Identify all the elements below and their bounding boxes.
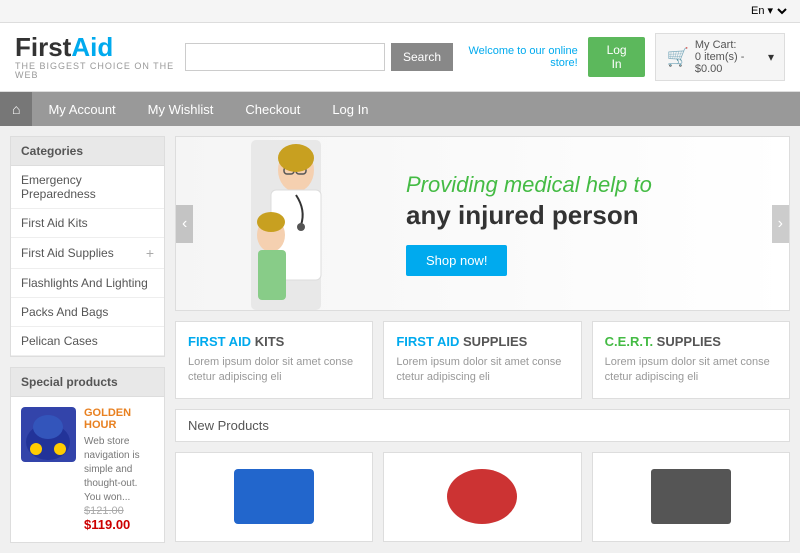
card-title-kits: FIRST AID KITS: [188, 334, 360, 349]
login-button[interactable]: Log In: [588, 37, 646, 77]
banner-image: [176, 137, 376, 310]
nav-item-wishlist[interactable]: My Wishlist: [132, 93, 230, 126]
product-card-kits[interactable]: FIRST AID KITS Lorem ipsum dolor sit ame…: [175, 321, 373, 399]
sidebar: Categories Emergency Preparedness First …: [10, 136, 165, 543]
header-right: Welcome to our online store! Log In 🛒 My…: [453, 33, 785, 81]
banner-text: Providing medical help to any injured pe…: [376, 151, 789, 296]
product-card-supplies[interactable]: FIRST AID SUPPLIES Lorem ipsum dolor sit…: [383, 321, 581, 399]
shop-now-button[interactable]: Shop now!: [406, 245, 507, 276]
banner-prev-button[interactable]: ‹: [176, 205, 193, 243]
new-product-card-3[interactable]: [592, 452, 790, 542]
logo-aid: Aid: [71, 32, 113, 62]
home-icon: ⌂: [12, 101, 20, 117]
special-product-image: [21, 407, 76, 462]
language-selector[interactable]: En ▾ Fr De Es: [747, 4, 790, 18]
sidebar-item-first-aid-kits[interactable]: First Aid Kits: [11, 209, 164, 238]
sidebar-item-packs[interactable]: Packs And Bags: [11, 298, 164, 327]
plus-icon: +: [146, 245, 154, 261]
new-product-card-1[interactable]: [175, 452, 373, 542]
welcome-text: Welcome to our online store!: [453, 45, 578, 69]
new-product-card-2[interactable]: [383, 452, 581, 542]
banner-next-button[interactable]: ›: [772, 205, 789, 243]
special-products-title: Special products: [11, 368, 164, 397]
product-cards: FIRST AID KITS Lorem ipsum dolor sit ame…: [175, 321, 790, 399]
nav-item-checkout[interactable]: Checkout: [229, 93, 316, 126]
product-name[interactable]: GOLDEN HOUR: [84, 407, 154, 431]
product-card-cert[interactable]: C.E.R.T. SUPPLIES Lorem ipsum dolor sit …: [592, 321, 790, 399]
product-svg: [21, 407, 76, 462]
doctor-svg: [216, 140, 356, 310]
main-content: Categories Emergency Preparedness First …: [0, 126, 800, 553]
card-desc-kits: Lorem ipsum dolor sit amet conse ctetur …: [188, 355, 360, 386]
nav-item-home[interactable]: ⌂: [0, 92, 32, 126]
special-product: GOLDEN HOUR Web store navigation is simp…: [11, 397, 164, 542]
sidebar-item-flashlights[interactable]: Flashlights And Lighting: [11, 269, 164, 298]
nav-item-account[interactable]: My Account: [32, 93, 131, 126]
logo-first: First: [15, 32, 71, 62]
new-product-image-2: [447, 469, 517, 524]
sidebar-item-emergency[interactable]: Emergency Preparedness: [11, 166, 164, 209]
banner-headline-dark: any injured person: [406, 199, 759, 233]
cart-icon: 🛒: [666, 47, 688, 68]
logo-title: FirstAid: [15, 34, 185, 60]
search-area: Search: [185, 43, 453, 71]
sidebar-item-first-aid-supplies[interactable]: First Aid Supplies +: [11, 238, 164, 269]
cart-info: My Cart: 0 item(s) - $0.00: [695, 39, 762, 75]
content-area: ‹: [175, 136, 790, 543]
banner-headline-green: Providing medical help to: [406, 171, 759, 200]
nav-item-login[interactable]: Log In: [316, 93, 384, 126]
logo: FirstAid THE BIGGEST CHOICE ON THE WEB: [15, 34, 185, 80]
product-new-price: $119.00: [84, 517, 154, 532]
sidebar-item-pelican[interactable]: Pelican Cases: [11, 327, 164, 356]
banner-inner: Providing medical help to any injured pe…: [176, 137, 789, 310]
card-title-cert: C.E.R.T. SUPPLIES: [605, 334, 777, 349]
product-old-price: $121.00: [84, 505, 154, 517]
card-desc-supplies: Lorem ipsum dolor sit amet conse ctetur …: [396, 355, 568, 386]
new-products-header: New Products: [175, 409, 790, 442]
card-desc-cert: Lorem ipsum dolor sit amet conse ctetur …: [605, 355, 777, 386]
search-button[interactable]: Search: [391, 43, 453, 71]
special-product-info: GOLDEN HOUR Web store navigation is simp…: [84, 407, 154, 532]
top-bar: En ▾ Fr De Es: [0, 0, 800, 23]
hero-banner: ‹: [175, 136, 790, 311]
cart-box[interactable]: 🛒 My Cart: 0 item(s) - $0.00 ▾: [655, 33, 785, 81]
new-products-grid: [175, 452, 790, 542]
categories-title: Categories: [11, 137, 164, 166]
new-product-image-1: [234, 469, 314, 524]
categories-section: Categories Emergency Preparedness First …: [10, 136, 165, 357]
special-products-section: Special products GOLDEN HOUR Web store n…: [10, 367, 165, 543]
new-product-image-3: [651, 469, 731, 524]
card-title-supplies: FIRST AID SUPPLIES: [396, 334, 568, 349]
cart-chevron-icon: ▾: [768, 50, 774, 64]
banner-headline: Providing medical help to any injured pe…: [406, 171, 759, 233]
header: FirstAid THE BIGGEST CHOICE ON THE WEB S…: [0, 23, 800, 92]
main-nav: ⌂ My Account My Wishlist Checkout Log In: [0, 92, 800, 126]
search-input[interactable]: [185, 43, 385, 71]
product-desc: Web store navigation is simple and thoug…: [84, 435, 154, 505]
logo-subtitle: THE BIGGEST CHOICE ON THE WEB: [15, 62, 185, 80]
